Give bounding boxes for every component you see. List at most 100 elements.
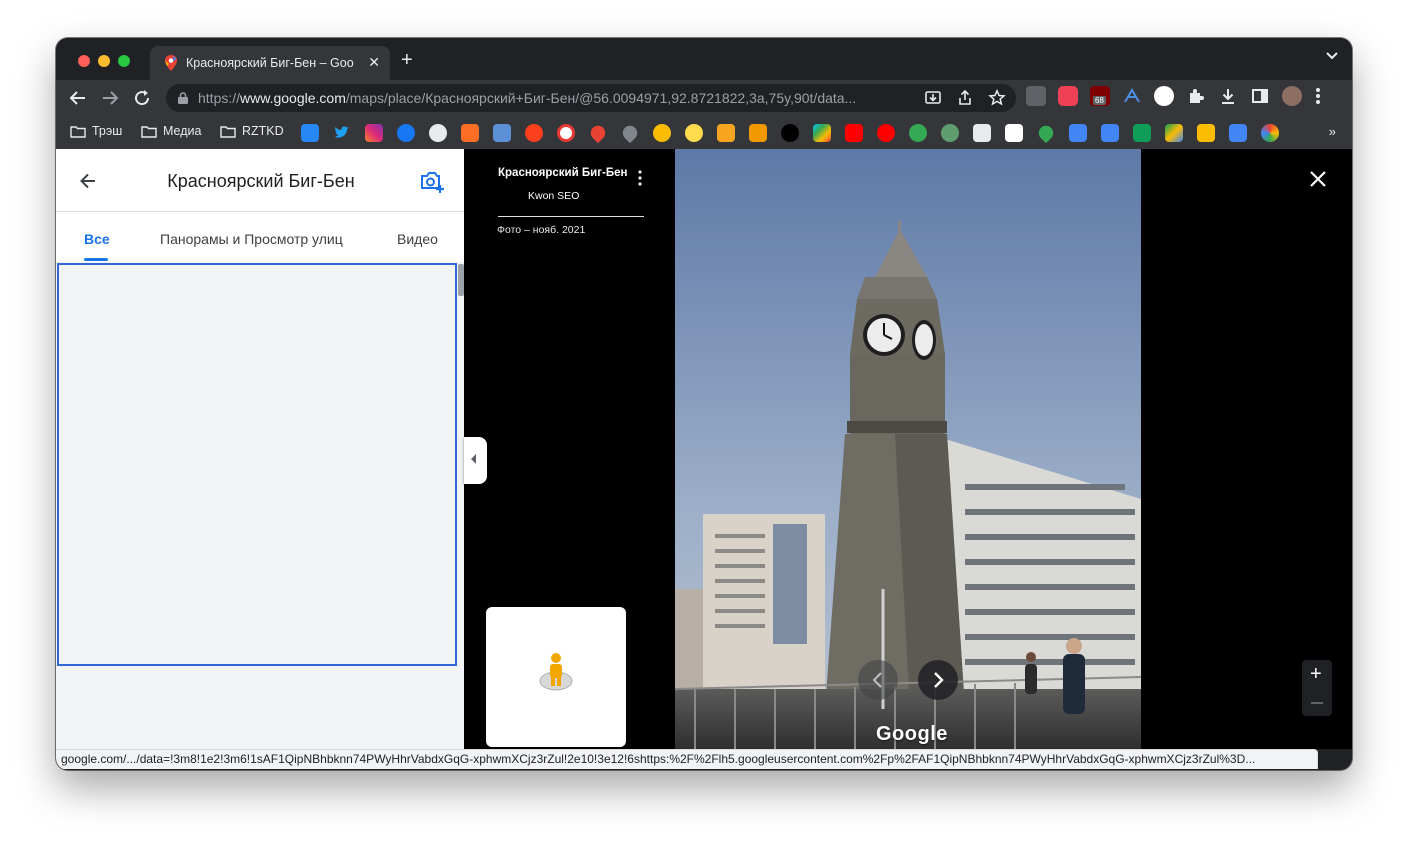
street-view-minimap[interactable] — [486, 607, 626, 747]
youtube-bookmark-icon[interactable] — [845, 124, 863, 142]
google-logo: Google — [876, 723, 948, 745]
bookmark-star-icon[interactable] — [988, 89, 1006, 107]
tab-strip: Красноярский Биг-Бен – Goo ✕ + — [56, 38, 1352, 80]
bookmark-favicons — [301, 122, 1279, 144]
facebook-bookmark-icon[interactable] — [397, 124, 415, 142]
bookmark-stripes-icon[interactable] — [717, 124, 735, 142]
google-play-bookmark-icon[interactable] — [813, 124, 831, 142]
google-docs-bookmark-icon[interactable] — [1101, 124, 1119, 142]
folder-icon — [220, 125, 236, 138]
close-icon[interactable] — [1308, 169, 1328, 189]
pocket-icon[interactable] — [1058, 86, 1078, 106]
folder-icon — [70, 125, 86, 138]
chevron-left-icon — [471, 454, 476, 464]
selected-photo-thumbnail[interactable] — [57, 263, 457, 666]
bookmark-folder-label: Трэш — [92, 124, 123, 138]
collapse-panel-button[interactable] — [464, 437, 487, 484]
tab-all[interactable]: Все — [84, 231, 110, 247]
yandex-bookmark-icon[interactable] — [525, 124, 543, 142]
url-prefix: https:// — [198, 90, 241, 106]
viewer-place-name[interactable]: Красноярский Биг-Бен — [498, 167, 627, 179]
location-bookmark-icon[interactable] — [619, 122, 641, 144]
back-arrow-icon[interactable] — [78, 171, 98, 191]
kebab-menu-icon[interactable] — [1314, 86, 1322, 106]
bookmark-green-icon[interactable] — [909, 124, 927, 142]
forward-arrow-icon[interactable] — [100, 88, 120, 108]
zoom-in-button[interactable]: + — [1310, 663, 1322, 686]
bookmark-hand-icon[interactable] — [781, 124, 799, 142]
more-options-icon[interactable] — [637, 169, 643, 187]
omnibox-actions — [924, 89, 1006, 107]
reload-icon[interactable] — [132, 88, 152, 108]
maps-pin-bookmark-icon[interactable] — [587, 122, 609, 144]
side-panel-icon[interactable] — [1250, 86, 1270, 106]
bookmark-folder-label: RZTKD — [242, 124, 284, 138]
gallery-scrollbar[interactable] — [458, 264, 464, 296]
tab-close-icon[interactable]: ✕ — [368, 54, 380, 71]
pokeball-bookmark-icon[interactable] — [557, 124, 575, 142]
next-photo-button[interactable] — [918, 660, 958, 700]
vk-bookmark-icon[interactable] — [301, 124, 319, 142]
add-photo-icon[interactable] — [420, 169, 446, 193]
tab-search-chevron-icon[interactable] — [1326, 52, 1338, 60]
photo-date: Фото – нояб. 2021 — [497, 224, 586, 236]
tab-panoramas[interactable]: Панорамы и Просмотр улиц — [160, 231, 343, 247]
maps-bookmark-icon[interactable] — [1035, 122, 1057, 144]
google-photos-bookmark-icon[interactable] — [1261, 124, 1279, 142]
browser-tab-active[interactable]: Красноярский Биг-Бен – Goo ✕ — [150, 46, 390, 80]
twitter-bookmark-icon[interactable] — [333, 124, 351, 142]
ublock-icon[interactable]: 68 — [1090, 86, 1110, 106]
pegman-icon[interactable] — [486, 607, 626, 747]
gitlab-bookmark-icon[interactable] — [461, 124, 479, 142]
extension-circle-icon[interactable] — [1154, 86, 1174, 106]
bookmark-green-2-icon[interactable] — [941, 124, 959, 142]
puzzle-icon[interactable] — [1186, 86, 1206, 106]
yandex-market-bookmark-icon[interactable] — [685, 124, 703, 142]
address-bar[interactable]: https://www.google.com/maps/place/Красно… — [166, 84, 1016, 112]
extension-blue-icon[interactable] — [1122, 86, 1142, 106]
url-text[interactable]: https://www.google.com/maps/place/Красно… — [198, 90, 913, 106]
google-drive-bookmark-icon[interactable] — [1165, 124, 1183, 142]
google-calendar-bookmark-icon[interactable] — [1229, 124, 1247, 142]
maximize-window-button[interactable] — [118, 55, 130, 67]
chevron-left-icon — [872, 672, 882, 688]
google-translate-bookmark-icon[interactable] — [1069, 124, 1087, 142]
download-icon[interactable] — [1218, 86, 1238, 106]
bookmark-folder-2[interactable]: Медиа — [141, 124, 201, 138]
photo-grid[interactable] — [56, 262, 464, 749]
header-divider — [56, 211, 464, 212]
bookmark-ring-icon[interactable] — [653, 124, 671, 142]
gmail-bookmark-icon[interactable] — [1005, 124, 1023, 142]
install-app-icon[interactable] — [924, 89, 942, 107]
photo-author[interactable]: Kwon SEO — [528, 190, 579, 202]
back-arrow-icon[interactable] — [68, 88, 88, 108]
photo-gallery-panel: Красноярский Биг-Бен Все Панорамы и Прос… — [56, 149, 464, 749]
bookmark-4-icon[interactable] — [493, 124, 511, 142]
new-tab-button[interactable]: + — [401, 50, 413, 70]
minimize-window-button[interactable] — [98, 55, 110, 67]
bookmarks-overflow-button[interactable]: » — [1329, 124, 1336, 139]
ublock-badge: 68 — [1093, 96, 1106, 105]
tab-video[interactable]: Видео — [397, 231, 438, 247]
bookmark-folder-1[interactable]: Трэш — [70, 124, 122, 138]
bookmark-a-icon[interactable] — [749, 124, 767, 142]
close-window-button[interactable] — [78, 55, 90, 67]
google-maps-favicon-icon — [165, 55, 177, 71]
bookmark-folder-3[interactable]: RZTKD — [220, 124, 284, 138]
extension-1-icon[interactable] — [1026, 86, 1046, 106]
instagram-bookmark-icon[interactable] — [365, 124, 383, 142]
street-photo[interactable] — [675, 149, 1141, 749]
zoom-control: + — [1302, 660, 1332, 716]
lock-icon[interactable] — [178, 92, 188, 104]
youtube-music-bookmark-icon[interactable] — [877, 124, 895, 142]
google-keep-bookmark-icon[interactable] — [1197, 124, 1215, 142]
clock-tower-photo — [675, 149, 1141, 749]
bookmark-camera-icon[interactable] — [973, 124, 991, 142]
share-icon[interactable] — [956, 89, 974, 107]
zoom-out-button[interactable] — [1311, 702, 1323, 704]
previous-photo-button[interactable] — [858, 660, 898, 700]
github-bookmark-icon[interactable] — [429, 124, 447, 142]
profile-avatar[interactable] — [1282, 86, 1302, 106]
url-domain: www.google.com — [240, 90, 346, 106]
google-sheets-bookmark-icon[interactable] — [1133, 124, 1151, 142]
